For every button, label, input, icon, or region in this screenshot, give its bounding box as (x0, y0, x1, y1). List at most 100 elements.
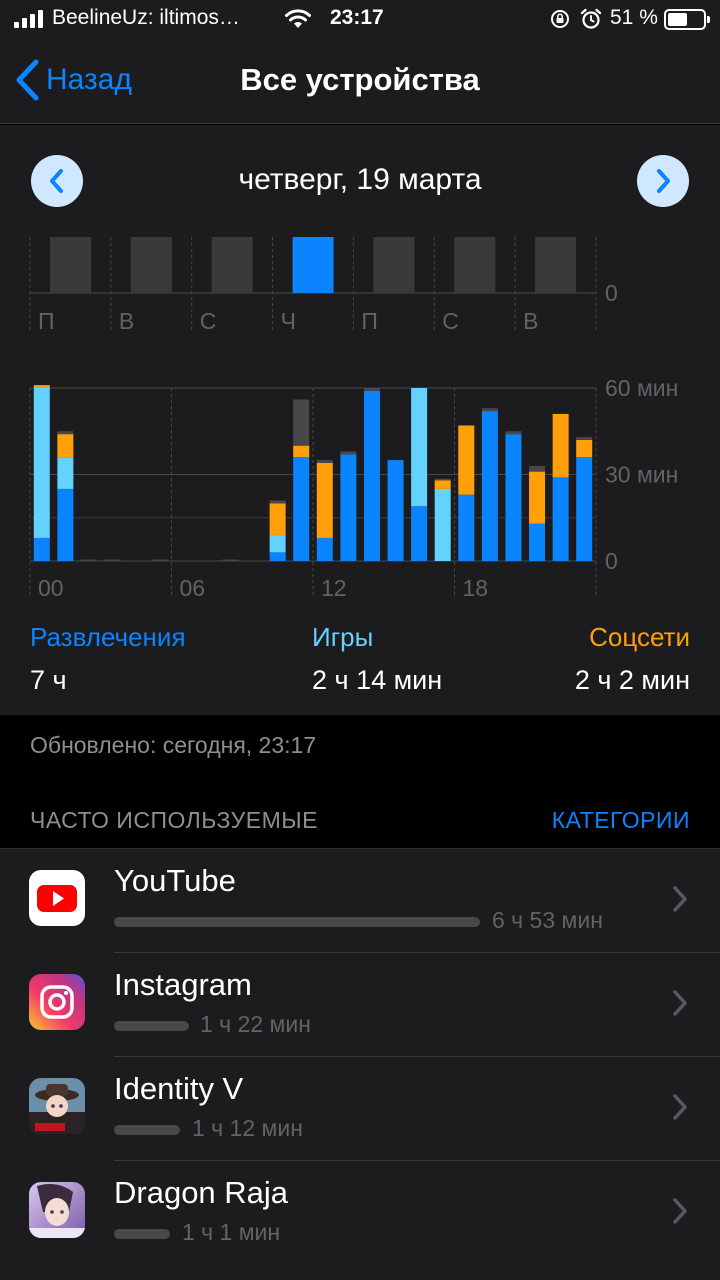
hourly-bar-segment (529, 471, 546, 524)
hourly-bar-segment (33, 537, 50, 561)
chevron-right-icon (657, 169, 670, 193)
hourly-bar-segment (57, 431, 74, 435)
weekly-day-label: П (38, 308, 55, 334)
identity-v-icon (29, 1078, 85, 1134)
hourly-bar-segment (481, 408, 498, 412)
usage-charts: П В С Ч П С В 0 60 мин 30 мин 0 00 06 12 18 Развлечени… (0, 237, 720, 715)
hourly-bar-segment (33, 388, 50, 538)
hourly-bar-segment (33, 385, 50, 388)
hourly-bar-segment (576, 439, 593, 458)
next-day-button[interactable] (637, 155, 689, 207)
rotation-lock-icon (551, 10, 569, 28)
cellular-signal-icon (14, 10, 43, 28)
weekly-bar (292, 237, 334, 293)
usage-bar (114, 1125, 180, 1135)
usage-bar (114, 1021, 189, 1031)
hourly-bar-segment (434, 488, 451, 561)
category-value: 2 ч 2 мин (574, 665, 690, 695)
x-tick-label: 18 (463, 575, 489, 601)
usage-bar (114, 1229, 170, 1239)
hourly-bar-segment (269, 552, 286, 561)
weekly-day-label: П (361, 308, 378, 334)
weekly-day-label: Ч (281, 308, 296, 334)
hourly-bar-segment (505, 431, 522, 435)
weekly-bar (50, 237, 91, 293)
hourly-bar-segment (57, 434, 74, 458)
chevron-right-icon (673, 886, 687, 912)
list-item-youtube[interactable]: YouTube 6 ч 53 мин (0, 849, 720, 953)
hourly-bar-segment (458, 425, 475, 495)
date-selector: четверг, 19 марта (0, 125, 720, 237)
status-bar: BeelineUz: iltimos… 23:17 51 % (0, 0, 720, 40)
navigation-bar: Назад Все устройства (0, 40, 720, 124)
usage-time: 6 ч 53 мин (492, 907, 603, 933)
weekly-day-label: С (200, 308, 217, 334)
alarm-icon (580, 8, 602, 29)
app-name: Identity V (114, 1071, 244, 1106)
category-name: Игры (312, 622, 374, 652)
hourly-bar-segment (57, 457, 74, 489)
list-item-instagram[interactable]: Instagram 1 ч 22 мин (0, 953, 720, 1057)
hourly-bar-segment (434, 480, 451, 489)
hourly-bar-segment (316, 537, 333, 561)
usage-time: 1 ч 1 мин (182, 1219, 281, 1245)
y-tick-label: 60 мин (605, 375, 678, 401)
usage-chart-canvas: П В С Ч П С В060 мин30 мин000 06 12 18 (29, 237, 678, 601)
hourly-bar-segment (340, 454, 357, 561)
hourly-bar-segment (151, 559, 168, 561)
wifi-icon (285, 9, 311, 28)
usage-time: 1 ч 22 мин (200, 1011, 311, 1037)
hourly-bar-segment (552, 477, 569, 561)
categories-link[interactable]: КАТЕГОРИИ (552, 807, 690, 834)
x-tick-label: 00 (38, 575, 64, 601)
usage-time: 1 ч 12 мин (192, 1115, 303, 1141)
hourly-bar-segment (434, 478, 451, 481)
hourly-bar-segment (387, 460, 404, 561)
chevron-right-icon (673, 1198, 687, 1224)
date-label: четверг, 19 марта (238, 163, 482, 196)
hourly-bar-segment (529, 523, 546, 561)
weekly-day-label: В (119, 308, 134, 334)
hourly-bar-segment (411, 506, 428, 561)
hourly-bar-segment (293, 399, 310, 446)
category-value: 7 ч (30, 665, 67, 695)
most-used-app-list: YouTube 6 ч 53 мин Instagram 1 ч 22 мин … (0, 848, 720, 1280)
weekly-day-label: В (523, 308, 538, 334)
weekly-bar (130, 237, 172, 293)
category-games[interactable]: Игры 2 ч 14 мин (312, 622, 442, 696)
app-name: Instagram (114, 967, 252, 1002)
x-tick-label: 12 (321, 575, 347, 601)
instagram-icon (29, 974, 85, 1030)
hourly-bar-segment (505, 434, 522, 561)
hourly-bar-segment (340, 451, 357, 455)
weekly-bar (373, 237, 415, 293)
hourly-bar-segment (316, 462, 333, 538)
chevron-right-icon (673, 990, 687, 1016)
app-name: YouTube (114, 863, 236, 898)
hourly-bar-segment (363, 390, 380, 561)
hourly-bar-segment (269, 500, 286, 504)
category-entertainment[interactable]: Развлечения 7 ч (30, 622, 186, 696)
hourly-bar-segment (458, 494, 475, 561)
category-value: 2 ч 14 мин (312, 665, 443, 695)
list-item-identity-v[interactable]: Identity V 1 ч 12 мин (0, 1057, 720, 1161)
hourly-bar-segment (293, 457, 310, 561)
weekly-axis-label: 0 (605, 280, 618, 306)
chevron-right-icon (673, 1094, 687, 1120)
clock: 23:17 (330, 6, 384, 29)
section-header-most-used: ЧАСТО ИСПОЛЬЗУЕМЫЕ (30, 807, 318, 833)
list-item-dragon-raja[interactable]: Dragon Raja 1 ч 1 мин (0, 1161, 720, 1265)
hourly-bar-segment (269, 535, 286, 553)
weekly-bar (535, 237, 577, 293)
hourly-bar-segment (80, 559, 97, 561)
hourly-bar-segment (411, 388, 428, 507)
youtube-icon (29, 870, 85, 926)
hourly-bar-segment (363, 388, 380, 391)
battery-icon (664, 9, 710, 30)
category-social[interactable]: Соцсети 2 ч 2 мин (575, 622, 690, 696)
updated-label: Обновлено: сегодня, 23:17 (30, 732, 317, 758)
app-name: Dragon Raja (114, 1175, 289, 1210)
hourly-bar-segment (57, 488, 74, 561)
hourly-bar-segment (104, 559, 121, 561)
category-name: Соцсети (589, 622, 690, 652)
